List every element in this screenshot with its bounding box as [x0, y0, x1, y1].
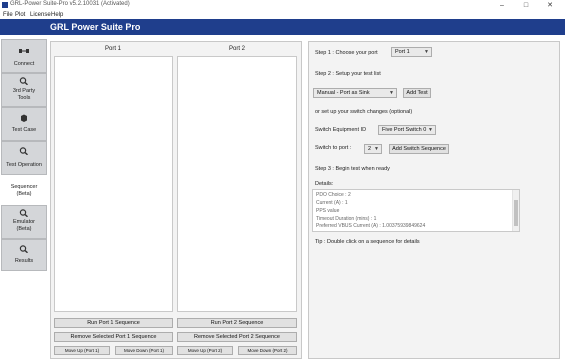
sidebar-item-3rd-party-tools[interactable]: 3rd Party Tools — [1, 73, 47, 107]
details-line: Timeout Duration (mins) : 1 — [316, 216, 377, 222]
tip-text: Tip : Double click on a sequence for det… — [315, 239, 420, 245]
window-title: GRL-Power Suite-Pro v5.2.10031 (Activate… — [10, 1, 130, 7]
switch-equipment-select[interactable]: Five Port Switch 0 ▼ — [378, 125, 436, 135]
details-label: Details: — [315, 181, 334, 187]
menu-help[interactable]: Help — [51, 11, 63, 19]
maximize-button[interactable]: □ — [514, 0, 538, 11]
switch-port-select[interactable]: 2 ▼ — [364, 144, 382, 154]
sidebar-item-label: Emulator — [12, 219, 35, 225]
menu-bar: File Plot License Help — [0, 11, 565, 19]
details-line: Current (A) : 1 — [316, 200, 348, 206]
chevron-down-icon: ▼ — [424, 49, 429, 55]
menu-plot[interactable]: Plot — [15, 11, 25, 19]
sidebar-item-label-2: (Beta) — [16, 226, 32, 232]
add-switch-sequence-button[interactable]: Add Switch Sequence — [389, 144, 449, 154]
menu-file[interactable]: File — [3, 11, 13, 19]
connect-icon — [19, 49, 29, 53]
switch-port-value: 2 — [368, 146, 372, 152]
port-select[interactable]: Port 1 ▼ — [391, 47, 432, 57]
sidebar-item-test-operation[interactable]: Test Operation — [1, 141, 47, 175]
step3-label: Step 3 : Begin test when ready — [315, 166, 390, 172]
details-line: Preferred VBUS Current (A) : 1.003759398… — [316, 223, 426, 229]
app-icon — [2, 2, 8, 8]
search-icon — [19, 147, 28, 155]
app-header: GRL Power Suite Pro — [0, 19, 565, 35]
switch-equipment-label: Switch Equipment ID — [315, 127, 367, 133]
minimize-button[interactable]: – — [490, 0, 514, 11]
test-select-value: Manual - Port as Sink — [317, 90, 370, 96]
add-test-button[interactable]: Add Test — [403, 88, 431, 98]
test-select[interactable]: Manual - Port as Sink ▼ — [313, 88, 397, 98]
chevron-down-icon: ▼ — [428, 127, 433, 133]
sidebar-item-sequencer[interactable]: Sequencer (Beta) — [1, 176, 47, 206]
sidebar-item-label: Sequencer — [10, 184, 38, 190]
chevron-down-icon: ▼ — [374, 146, 379, 152]
scrollbar-thumb[interactable] — [514, 200, 518, 226]
switch-port-label: Switch to port : — [315, 145, 352, 151]
move-down-port1-button[interactable]: Move Down (Port 1) — [115, 346, 173, 355]
menu-license[interactable]: License — [30, 11, 51, 19]
move-up-port1-button[interactable]: Move Up (Port 1) — [54, 346, 110, 355]
sidebar-item-results[interactable]: Results — [1, 239, 47, 271]
sidebar-item-label: Connect — [13, 61, 35, 67]
app-title: GRL Power Suite Pro — [50, 22, 141, 32]
sidebar-item-label-2: (Beta) — [16, 191, 32, 197]
port2-title: Port 2 — [228, 46, 245, 52]
sidebar-item-emulator[interactable]: Emulator (Beta) — [1, 205, 47, 239]
sidebar-item-label: Test Operation — [6, 162, 42, 168]
port-select-value: Port 1 — [395, 49, 410, 55]
sidebar-item-label: Test Case — [11, 127, 37, 133]
search-icon — [19, 77, 28, 85]
sidebar-item-test-case[interactable]: Test Case — [1, 107, 47, 141]
details-line: PPS value — [316, 208, 340, 214]
port2-sequence-list[interactable] — [177, 56, 297, 312]
search-icon — [19, 209, 28, 217]
title-bar: GRL-Power Suite-Pro v5.2.10031 (Activate… — [0, 0, 565, 11]
switch-note: or set up your switch changes (optional) — [315, 109, 413, 115]
run-port1-button[interactable]: Run Port 1 Sequence — [54, 318, 173, 328]
sidebar-item-connect[interactable]: Connect — [1, 39, 47, 73]
sidebar-item-label: 3rd Party — [12, 88, 36, 94]
port1-title: Port 1 — [104, 46, 121, 52]
sidebar-item-label: Results — [14, 258, 34, 264]
search-icon — [19, 245, 28, 253]
close-button[interactable]: ✕ — [538, 0, 562, 11]
move-down-port2-button[interactable]: Move Down (Port 2) — [238, 346, 297, 355]
move-up-port2-button[interactable]: Move Up (Port 2) — [177, 346, 233, 355]
remove-port1-button[interactable]: Remove Selected Port 1 Sequence — [54, 332, 173, 342]
run-port2-button[interactable]: Run Port 2 Sequence — [177, 318, 297, 328]
step1-label: Step 1 : Choose your port — [315, 50, 378, 56]
step2-label: Step 2 : Setup your test list — [315, 71, 381, 77]
port1-sequence-list[interactable] — [54, 56, 173, 312]
chevron-down-icon: ▼ — [389, 90, 394, 96]
details-line: PDO Choice : 2 — [316, 192, 351, 198]
remove-port2-button[interactable]: Remove Selected Port 2 Sequence — [177, 332, 297, 342]
switch-equipment-value: Five Port Switch 0 — [382, 127, 427, 133]
sidebar-item-label-2: Tools — [17, 95, 31, 101]
details-scrollbar[interactable] — [512, 190, 519, 231]
sidebar: Connect 3rd Party Tools Test Case Test O… — [0, 37, 47, 271]
details-box[interactable]: PDO Choice : 2 Current (A) : 1 PPS value… — [312, 189, 520, 232]
cube-icon — [21, 114, 27, 122]
